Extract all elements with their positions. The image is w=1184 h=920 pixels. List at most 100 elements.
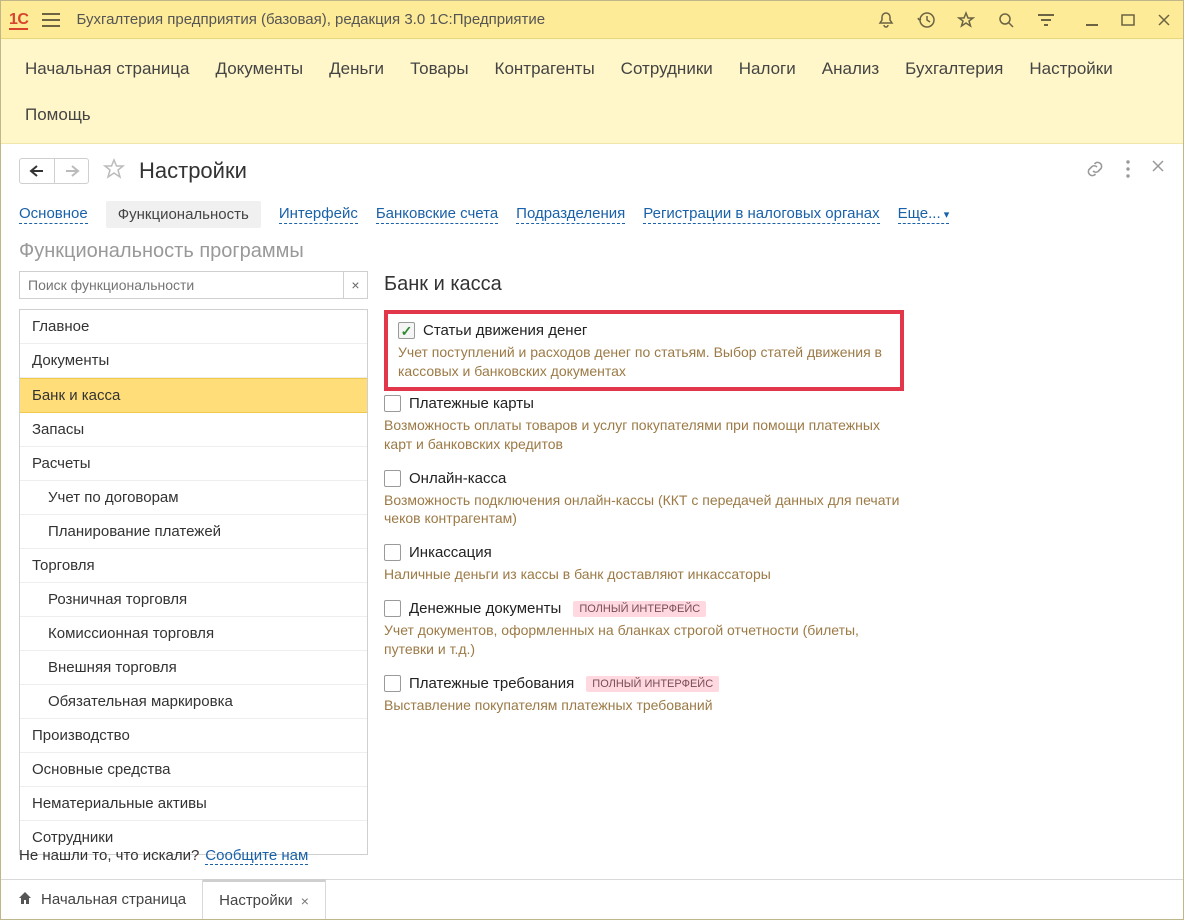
sub-tab[interactable]: Регистрации в налоговых органах [643, 205, 879, 224]
bottom-tab-label: Настройки [219, 892, 293, 909]
checkbox[interactable] [384, 395, 401, 412]
tree-item[interactable]: Розничная торговля [20, 583, 367, 617]
menu-item[interactable]: Помощь [25, 105, 91, 125]
interface-badge: ПОЛНЫЙ ИНТЕРФЕЙС [573, 601, 706, 617]
option: Платежные требованияПОЛНЫЙ ИНТЕРФЕЙСВыст… [384, 675, 904, 715]
favorite-star-icon[interactable] [99, 154, 129, 187]
tree-item[interactable]: Нематериальные активы [20, 787, 367, 821]
interface-badge: ПОЛНЫЙ ИНТЕРФЕЙС [586, 676, 719, 692]
tree-item[interactable]: Комиссионная торговля [20, 617, 367, 651]
menu-item[interactable]: Товары [410, 59, 468, 79]
search-clear-button[interactable]: × [343, 272, 367, 298]
search-icon[interactable] [993, 7, 1019, 33]
not-found-text: Не нашли то, что искали? [19, 847, 199, 864]
main-menu: Начальная страница Документы Деньги Товары К… [1, 39, 1183, 144]
option: Инкассация Наличные деньги из кассы в бан… [384, 544, 904, 584]
kebab-menu-icon[interactable] [1125, 159, 1131, 182]
tree-item[interactable]: Внешняя торговля [20, 651, 367, 685]
window-controls [1081, 9, 1175, 31]
menu-item[interactable]: Деньги [329, 59, 384, 79]
tree-item[interactable]: Торговля [20, 549, 367, 583]
titlebar: 1C Бухгалтерия предприятия (базовая), ре… [1, 1, 1183, 39]
tree-item[interactable]: Документы [20, 344, 367, 378]
option-description: Выставление покупателям платежных требов… [384, 696, 904, 715]
sub-tab[interactable]: Интерфейс [279, 205, 358, 224]
bottom-tab[interactable]: Настройки × [203, 879, 326, 919]
option-description: Учет документов, оформленных на бланках … [384, 621, 904, 659]
menu-item[interactable]: Анализ [822, 59, 879, 79]
option-description: Наличные деньги из кассы в банк доставля… [384, 565, 904, 584]
tree-item[interactable]: Обязательная маркировка [20, 685, 367, 719]
section-subtitle: Функциональность программы [1, 240, 1183, 271]
history-icon[interactable] [913, 7, 939, 33]
page-header: Настройки [1, 144, 1183, 191]
nav-back-button[interactable] [20, 159, 54, 183]
left-column: × ГлавноеДокументыБанк и кассаЗапасыРасч… [19, 271, 368, 831]
menu-item[interactable]: Контрагенты [495, 59, 595, 79]
tree-item[interactable]: Производство [20, 719, 367, 753]
main-menu-icon[interactable] [36, 9, 66, 31]
bottom-tab[interactable]: Начальная страница [1, 880, 203, 919]
menu-item[interactable]: Бухгалтерия [905, 59, 1003, 79]
option: Денежные документы ПОЛНЫЙ ИНТЕРФЕЙС Учет д… [384, 600, 904, 659]
search-input[interactable] [20, 277, 343, 293]
checkbox[interactable] [384, 600, 401, 617]
bell-icon[interactable] [873, 7, 899, 33]
not-found-row: Не нашли то, что искали? Сообщите нам [1, 839, 1183, 879]
maximize-icon[interactable] [1117, 9, 1139, 31]
option: Онлайн-касса Возможность подключения онла… [384, 470, 904, 529]
checkbox[interactable] [384, 544, 401, 561]
menu-item[interactable]: Начальная страница [25, 59, 190, 79]
option-label: Денежные документы [409, 600, 561, 617]
sub-tabs: Основное Функциональность Интерфейс Банковс… [1, 191, 1183, 240]
checkbox[interactable] [398, 322, 415, 339]
sub-tab-more[interactable]: Еще... [898, 205, 950, 224]
page-title: Настройки [139, 158, 1075, 184]
link-icon[interactable] [1085, 159, 1105, 182]
nav-arrows [19, 158, 89, 184]
titlebar-toolbar [873, 7, 1175, 33]
close-icon[interactable] [1153, 9, 1175, 31]
tree-item[interactable]: Планирование платежей [20, 515, 367, 549]
tree-item[interactable]: Основные средства [20, 753, 367, 787]
checkbox[interactable] [384, 470, 401, 487]
menu-item[interactable]: Налоги [739, 59, 796, 79]
home-icon [17, 890, 33, 910]
right-panel: Банк и касса Статьи движения денегУчет п… [384, 271, 1165, 831]
close-page-icon[interactable] [1151, 159, 1165, 182]
report-link[interactable]: Сообщите нам [205, 847, 308, 865]
sub-tab[interactable]: Функциональность [106, 201, 261, 228]
option-description: Учет поступлений и расходов денег по ста… [398, 343, 890, 381]
option-label: Платежные карты [409, 395, 534, 412]
bottom-tabs: Начальная страница Настройки × [1, 879, 1183, 919]
tree-item[interactable]: Главное [20, 310, 367, 344]
tree-item[interactable]: Банк и касса [20, 378, 367, 413]
panel-title: Банк и касса [384, 273, 1165, 296]
option-label: Инкассация [409, 544, 492, 561]
menu-item[interactable]: Настройки [1029, 59, 1112, 79]
star-icon[interactable] [953, 7, 979, 33]
option-description: Возможность подключения онлайн-кассы (КК… [384, 491, 904, 529]
minimize-icon[interactable] [1081, 9, 1103, 31]
tree-item[interactable]: Учет по договорам [20, 481, 367, 515]
option: Платежные карты Возможность оплаты товаро… [384, 395, 904, 454]
menu-item[interactable]: Документы [216, 59, 304, 79]
menu-item[interactable]: Сотрудники [621, 59, 713, 79]
page-actions [1085, 159, 1165, 182]
sub-tab[interactable]: Основное [19, 205, 88, 224]
nav-forward-button[interactable] [54, 159, 88, 183]
filter-icon[interactable] [1033, 9, 1059, 31]
logo-1c: 1C [9, 11, 28, 29]
app-title: Бухгалтерия предприятия (базовая), редак… [76, 11, 873, 28]
option: Статьи движения денегУчет поступлений и … [384, 310, 904, 391]
sub-tab[interactable]: Подразделения [516, 205, 625, 224]
option-label: Онлайн-касса [409, 470, 506, 487]
checkbox[interactable] [384, 675, 401, 692]
sub-tab[interactable]: Банковские счета [376, 205, 498, 224]
tree-item[interactable]: Расчеты [20, 447, 367, 481]
tab-close-icon[interactable]: × [301, 893, 309, 909]
tree-item[interactable]: Запасы [20, 413, 367, 447]
bottom-tab-label: Начальная страница [41, 891, 186, 908]
option-description: Возможность оплаты товаров и услуг покуп… [384, 416, 904, 454]
search-field: × [19, 271, 368, 299]
